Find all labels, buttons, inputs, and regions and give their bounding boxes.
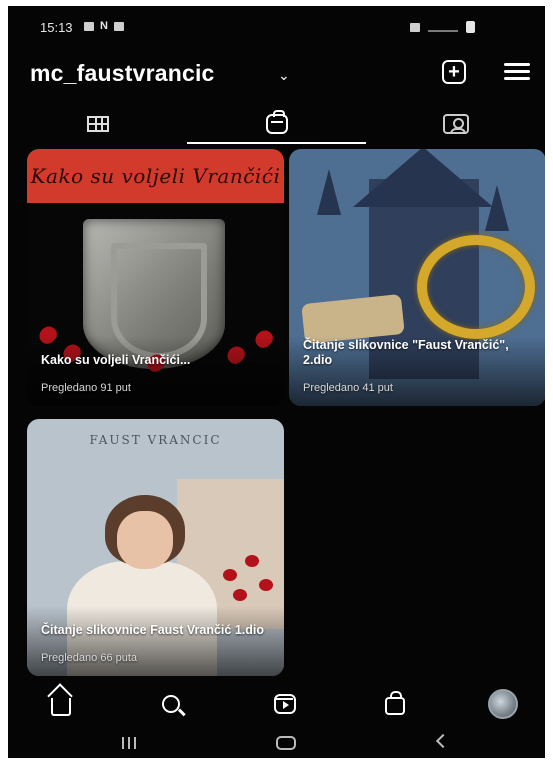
golden-ring-image [417,235,535,339]
n-notification-icon: N [100,20,108,32]
mail-notification-icon [114,22,124,31]
plus-icon: + [448,61,460,83]
tower-roof-image [353,149,493,207]
status-system-icons [410,21,475,33]
thumbnail-shade [27,606,284,676]
reel-card[interactable]: FAUST VRANCIC Čitanje slikovnice Faust V… [27,419,284,676]
profile-header: mc_faustvrancic ⌄ + [8,50,545,96]
banner-text: Kako su voljeli Vrančići [30,164,281,188]
status-notification-icons: N [84,20,124,32]
reel-title: Kako su voljeli Vrančići... [41,353,191,367]
reel-thumbnail-banner: Kako su voljeli Vrančići [27,149,284,203]
create-post-button[interactable]: + [442,60,466,84]
flower-decoration [223,569,237,581]
tower-spire-image [317,169,341,215]
hamburger-menu-button[interactable] [504,63,530,81]
status-time: 15:13 [40,20,73,35]
grid-icon [86,116,109,132]
flower-decoration [233,589,247,601]
reel-view-count: Pregledano 66 puta [41,652,138,664]
nav-profile[interactable] [488,689,518,719]
nav-search[interactable] [156,690,186,718]
reels-icon [274,694,296,714]
menu-line-icon [504,70,530,73]
back-icon[interactable] [435,733,451,749]
home-pill-icon[interactable] [276,736,296,750]
shop-icon [385,691,405,715]
nav-home[interactable] [46,690,76,718]
signal-icon [428,22,458,32]
person-face-image [117,511,173,569]
reels-icon [265,110,288,134]
bottom-navigation [8,684,545,724]
avatar [488,689,518,719]
thumbnail-heading: FAUST VRANCIC [89,433,222,447]
menu-line-icon [504,77,530,80]
flower-decoration [245,555,259,567]
tab-grid[interactable] [8,104,187,144]
reel-view-count: Pregledano 91 put [41,382,131,394]
tagged-icon [442,114,469,134]
system-navigation-bar [8,728,545,758]
battery-icon [466,21,475,33]
thumbnail-shade [27,336,284,406]
home-icon [51,698,71,716]
phone-screen: 15:13 N mc_faustvrancic ⌄ + Kako su volj… [8,6,545,758]
menu-line-icon [504,63,530,66]
alarm-icon [410,22,420,32]
profile-username[interactable]: mc_faustvrancic [30,60,215,87]
recents-icon[interactable] [122,737,136,749]
search-icon [162,695,180,713]
flower-decoration [259,579,273,591]
reel-card[interactable]: Kako su voljeli Vrančići Kako su voljeli… [27,149,284,406]
gallery-notification-icon [84,22,94,31]
profile-tabs [8,104,545,146]
nav-reels[interactable] [270,690,300,718]
reel-card[interactable]: Čitanje slikovnice "Faust Vrančić", 2.di… [289,149,545,406]
tower-spire-image [485,185,509,231]
status-bar: 15:13 N [8,6,545,46]
nav-shop[interactable] [380,690,410,718]
reel-view-count: Pregledano 41 put [303,382,393,394]
tab-reels[interactable] [187,104,366,144]
reel-title: Čitanje slikovnice "Faust Vrančić", 2.di… [303,338,509,367]
tab-tagged[interactable] [366,104,545,144]
reel-title: Čitanje slikovnice Faust Vrančić 1.dio [41,623,264,637]
chevron-down-icon[interactable]: ⌄ [278,67,290,84]
